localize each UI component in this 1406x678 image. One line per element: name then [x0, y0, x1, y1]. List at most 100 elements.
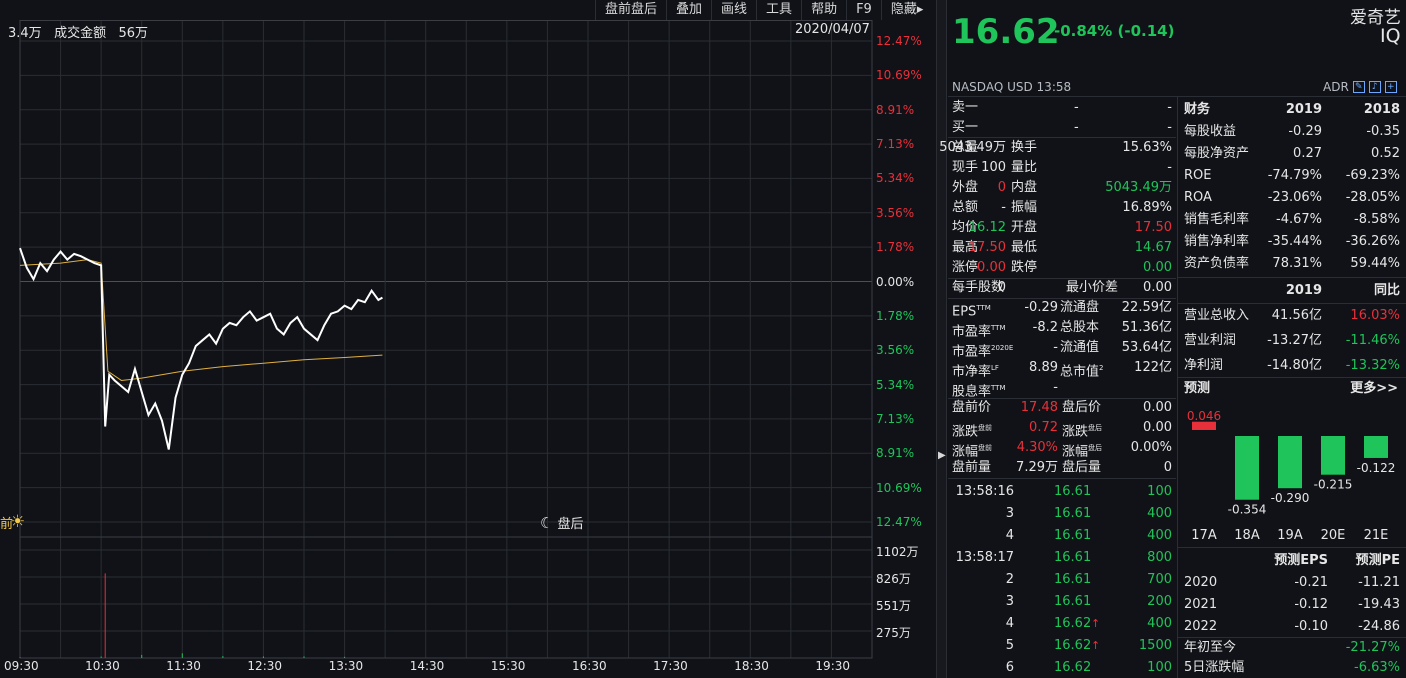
forecast-row: 2022 -0.10 -24.86 — [1180, 616, 1406, 638]
finance-value: 59.44% — [1350, 256, 1400, 271]
divider — [948, 478, 1176, 479]
time-axis-label: 16:30 — [572, 659, 607, 673]
stat-value: 15.63% — [1122, 140, 1172, 155]
pct-axis-label: 1.78% — [876, 308, 915, 323]
forecast-row: 2020 -0.21 -11.21 — [1180, 572, 1406, 594]
tick-price: 16.62 — [1054, 616, 1092, 631]
prepost-row: 盘前价 17.48 盘后价 0.00 — [948, 398, 1176, 418]
afterhours-label: 盘后 — [557, 517, 584, 532]
forecast-eps-chart: 0.046 17A -0.354 18A -0.290 19A -0.215 20E -0.12… — [1187, 409, 1396, 543]
toolbar-item-0[interactable]: 盘前盘后 — [595, 0, 666, 20]
finance-value: 0.52 — [1371, 146, 1400, 161]
ytd-row: 年初至今 -21.27% — [1180, 637, 1406, 659]
pct-axis-label: 5.34% — [876, 171, 915, 186]
finance-value: -4.67% — [1276, 212, 1322, 227]
finance-header-2: 2019 同比 — [1180, 280, 1406, 302]
stat-label: 内盘 — [1011, 180, 1038, 195]
forecast-bar-label: 21E — [1364, 528, 1389, 543]
intraday-chart[interactable] — [0, 20, 935, 678]
orderbook-label: 买一 — [952, 120, 979, 135]
tick-price: 16.61 — [1054, 550, 1092, 565]
tick-time: 3 — [1005, 506, 1014, 521]
forecast-bar-value: -0.354 — [1228, 503, 1267, 517]
tick-row: 3 16.61 200 — [948, 591, 1176, 613]
finance-value: -8.58% — [1354, 212, 1400, 227]
more-forecast-link[interactable]: 更多>> — [1350, 378, 1398, 400]
prepost-value: 0 — [1163, 460, 1172, 475]
finance-value: -36.26% — [1345, 234, 1400, 249]
forecast-eps: -0.21 — [1294, 575, 1328, 590]
stats-row: 外盘 0 内盘 5043.49万 — [948, 178, 1176, 198]
finance-header-year: 2018 — [1363, 102, 1400, 117]
divider — [948, 278, 1176, 279]
valuation-row: EPSTTM -0.29 流通盘 22.59亿 — [948, 298, 1176, 319]
tick-row: 2 16.61 700 — [948, 569, 1176, 591]
valuation-label: 流通值 — [1060, 340, 1100, 355]
stat-value: 0.00 — [1143, 260, 1172, 275]
finance-row-2: 营业利润 -13.27亿 -11.46% — [1180, 330, 1406, 352]
expand-arrow-icon[interactable]: ▶ — [938, 450, 946, 461]
forecast-pe: -24.86 — [1358, 619, 1400, 634]
pct-axis-label: 3.56% — [876, 343, 915, 358]
toolbar-item-1[interactable]: 叠加 — [666, 0, 711, 20]
prepost-row: 盘前量 7.29万 盘后量 0 — [948, 458, 1176, 478]
finance-row-2: 净利润 -14.80亿 -13.32% — [1180, 355, 1406, 377]
alert-bell-icon[interactable]: ♪ — [1368, 81, 1381, 93]
forecast-title: 预测 — [1184, 381, 1211, 396]
panel-splitter[interactable] — [936, 0, 947, 678]
up-arrow-icon: ↑ — [1091, 617, 1101, 630]
tick-price: 16.61 — [1054, 572, 1092, 587]
divider — [1178, 303, 1406, 304]
chart-toolbar: 盘前盘后 叠加 画线 工具 帮助 F9 隐藏▸ — [595, 0, 932, 20]
stat-label: 涨停 — [952, 260, 979, 275]
stat-value: 16.12 — [968, 220, 1006, 235]
finance-row: 资产负债率 78.31% 59.44% — [1180, 253, 1406, 275]
stat-label: 振幅 — [1011, 200, 1038, 215]
valuation-label: 流通盘 — [1060, 300, 1100, 315]
forecast-bar — [1235, 436, 1259, 500]
tick-row: 13:58:16 16.61 100 — [948, 481, 1176, 503]
orderbook-row: 买一 - - — [948, 118, 1176, 138]
valuation-sup: LF — [991, 364, 999, 372]
finance-value: -13.32% — [1345, 358, 1400, 373]
finance-value: -23.06% — [1267, 190, 1322, 205]
forecast-bar — [1321, 436, 1345, 475]
finance-row: 每股收益 -0.29 -0.35 — [1180, 121, 1406, 143]
forecast-eps: -0.12 — [1294, 597, 1328, 612]
stats-row: 最高 17.50 最低 14.67 — [948, 238, 1176, 258]
add-watchlist-icon[interactable]: + — [1384, 81, 1397, 93]
valuation-value: -8.2 — [1032, 320, 1058, 335]
toolbar-item-3[interactable]: 工具 — [756, 0, 801, 20]
prepost-label: 盘前价 — [952, 400, 992, 415]
stock-ticker: IQ — [1380, 25, 1401, 47]
pct-axis-label: 3.56% — [876, 205, 915, 220]
finance-header-label: 财务 — [1184, 102, 1211, 117]
prepost-label: 盘前量 — [952, 460, 992, 475]
finance-value: -74.79% — [1267, 168, 1322, 183]
finance-label: 营业利润 — [1184, 333, 1237, 348]
valuation-sup: 2020E — [991, 344, 1014, 352]
pct-axis-label: 12.47% — [876, 515, 922, 529]
lot-value: 0.00 — [1143, 280, 1172, 295]
toolbar-item-6[interactable]: 隐藏▸ — [880, 0, 933, 20]
stat-value: 0.00 — [977, 260, 1006, 275]
prepost-value: 17.48 — [1020, 400, 1058, 415]
stats-row: 涨停 0.00 跌停 0.00 — [948, 258, 1176, 278]
tick-vol: 400 — [1147, 506, 1172, 521]
valuation-sup: TTM — [991, 324, 1006, 332]
finance-value: 41.56亿 — [1271, 308, 1322, 323]
finance-label: 每股收益 — [1184, 124, 1237, 139]
toolbar-item-4[interactable]: 帮助 — [801, 0, 846, 20]
toolbar-item-5[interactable]: F9 — [846, 0, 881, 20]
valuation-value: - — [1053, 340, 1058, 355]
amount-value: 56万 — [118, 26, 149, 41]
valuation-value: 22.59亿 — [1121, 300, 1172, 315]
toolbar-item-2[interactable]: 画线 — [711, 0, 756, 20]
edit-icon[interactable]: ✎ — [1352, 81, 1365, 93]
divider — [1178, 637, 1406, 638]
forecast-bar-value: -0.122 — [1357, 461, 1396, 475]
stats-row: 均价 16.12 开盘 17.50 — [948, 218, 1176, 238]
time-axis-label: 15:30 — [490, 659, 526, 673]
finance-header-year: 2019 — [1285, 102, 1322, 117]
tick-vol: 400 — [1147, 616, 1172, 631]
